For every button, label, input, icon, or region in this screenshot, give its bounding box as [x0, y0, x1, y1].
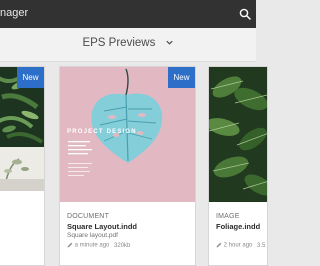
asset-size: 3.5	[257, 242, 266, 249]
asset-name: Foliage.indd	[216, 222, 261, 231]
new-badge: New	[17, 67, 44, 88]
chevron-down-icon	[165, 41, 173, 46]
asset-type: DOCUMENT	[67, 213, 110, 220]
pencil-icon	[67, 242, 73, 248]
pencil-icon	[216, 242, 222, 248]
asset-filename: Square layout.pdf	[67, 232, 118, 239]
asset-thumbnail	[209, 67, 267, 202]
title-bar: nager	[0, 0, 256, 28]
asset-modified: a minute ago	[74, 242, 110, 249]
filter-bar: EPS Previews	[0, 28, 256, 62]
filter-label: EPS Previews	[82, 37, 156, 49]
asset-card[interactable]: IMAGE Foliage.indd 2 hour ago 3.5	[208, 66, 268, 266]
asset-info: a minute ago 320kb	[67, 242, 137, 249]
poster-title: PROJECT DESIGN	[67, 129, 137, 135]
filter-dropdown[interactable]: EPS Previews	[0, 37, 256, 49]
asset-size: 320kb	[114, 242, 131, 249]
asset-meta: DOCUMENT Square Layout.indd Square layou…	[67, 213, 137, 249]
asset-meta: IMAGE Foliage.indd 2 hour ago 3.5	[216, 213, 265, 249]
asset-card[interactable]: New	[0, 66, 45, 266]
asset-card[interactable]: PROJECT DESIGN New DOCUMENT Square Layou…	[59, 66, 196, 266]
asset-info: 2 hour ago 3.5	[216, 242, 265, 249]
new-badge: New	[168, 67, 195, 88]
search-icon[interactable]	[239, 8, 251, 20]
app-title: nager	[0, 7, 29, 19]
asset-name: Square Layout.indd	[67, 222, 138, 231]
asset-modified: 2 hour ago	[223, 242, 253, 249]
asset-type: IMAGE	[216, 213, 240, 220]
